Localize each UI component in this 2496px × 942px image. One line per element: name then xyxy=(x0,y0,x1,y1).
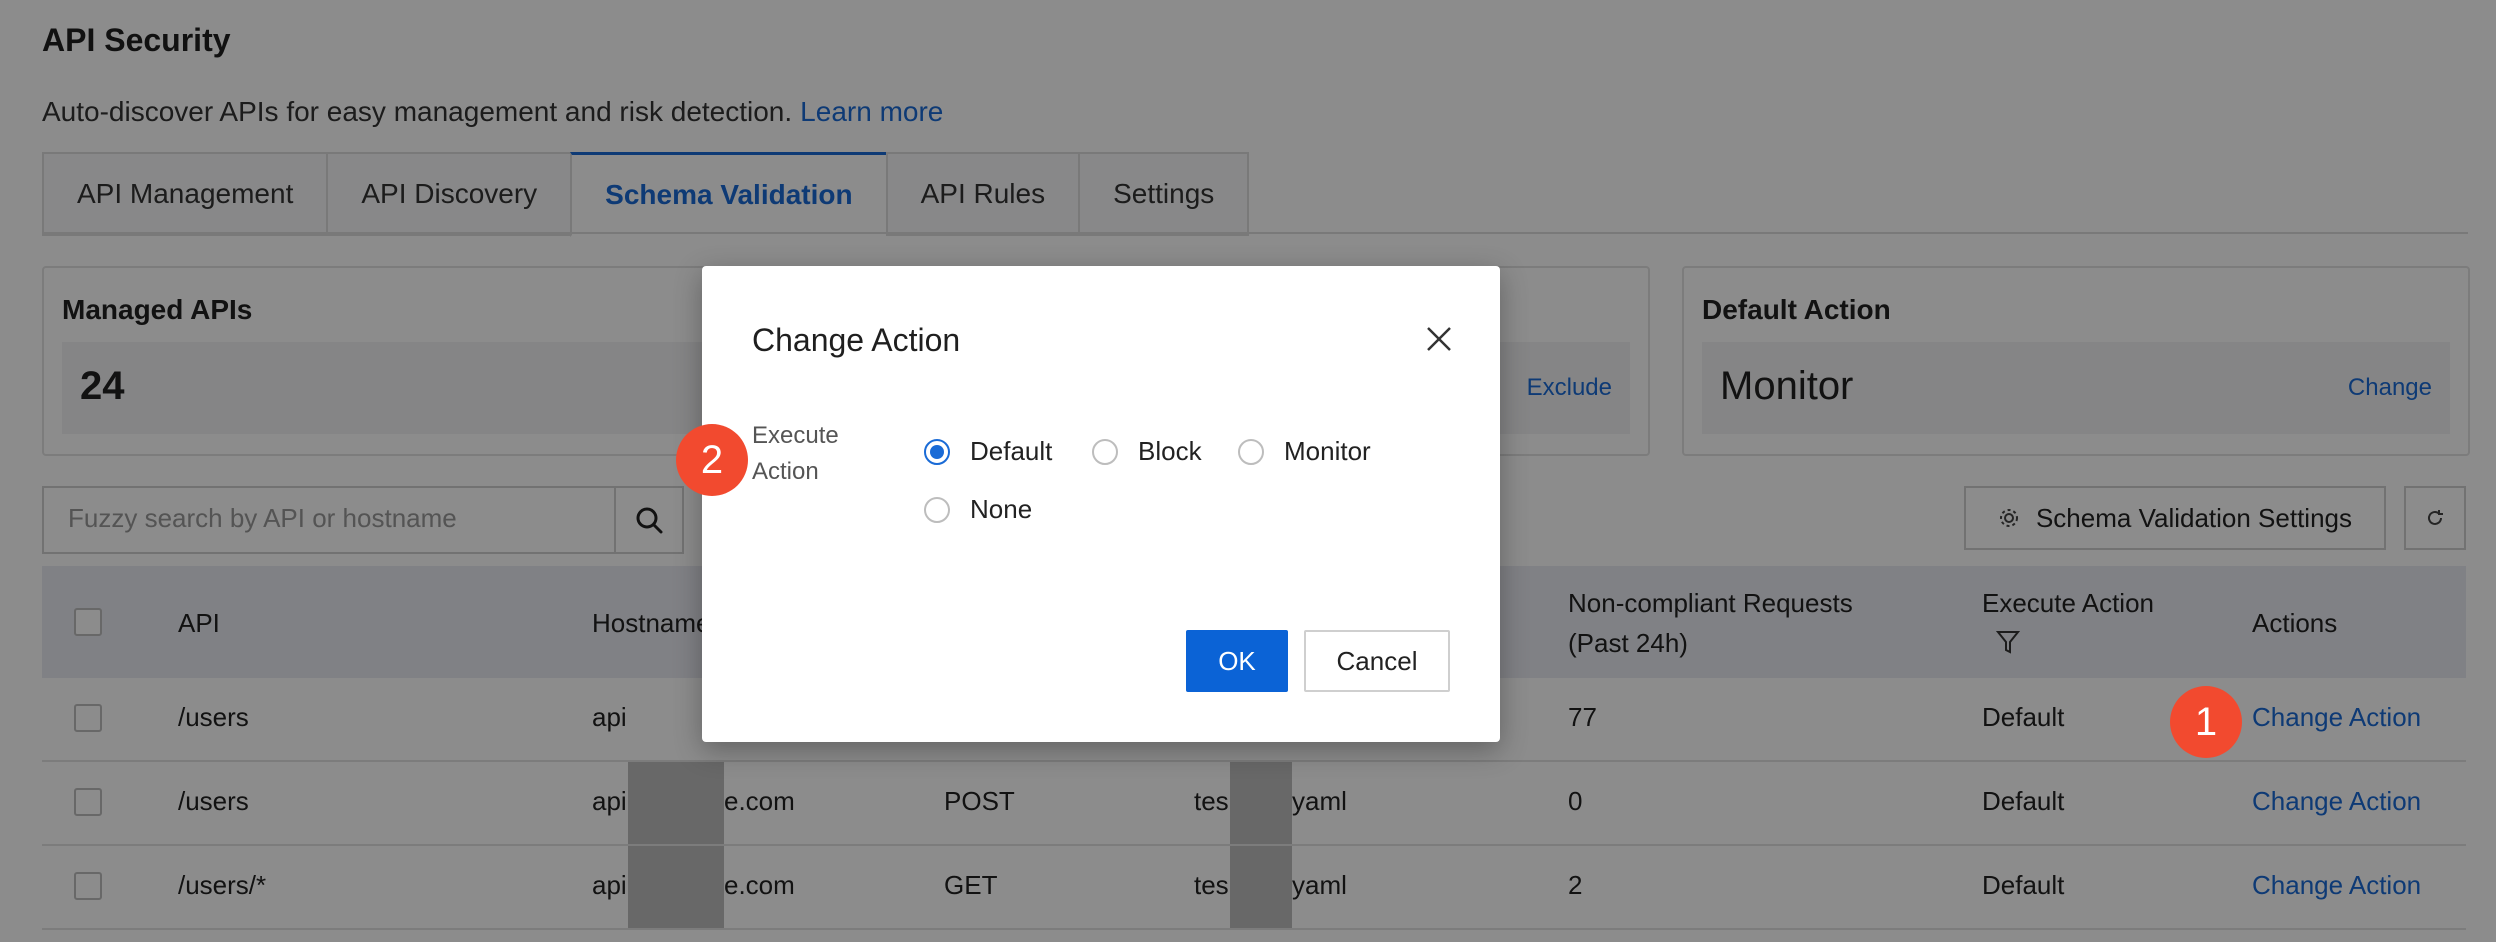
radio-circle xyxy=(924,496,950,523)
execute-action-label-line2: Action xyxy=(752,458,819,485)
radio-default[interactable]: Default xyxy=(924,436,1052,467)
radio-circle xyxy=(924,438,950,465)
radio-circle xyxy=(1092,438,1118,465)
dialog-title: Change Action xyxy=(752,322,961,358)
radio-none[interactable]: None xyxy=(924,494,1032,525)
radio-monitor-label: Monitor xyxy=(1284,436,1371,466)
ok-button[interactable]: OK xyxy=(1186,630,1288,692)
execute-action-label-line1: Execute xyxy=(752,422,839,449)
step-marker-2: 2 xyxy=(676,424,748,496)
change-action-dialog: Change Action Execute Action Default Blo… xyxy=(702,266,1500,742)
radio-block[interactable]: Block xyxy=(1092,436,1202,467)
close-icon[interactable] xyxy=(1424,324,1454,354)
radio-block-label: Block xyxy=(1138,436,1202,466)
step-marker-1: 1 xyxy=(2170,686,2242,758)
radio-none-label: None xyxy=(970,494,1033,524)
radio-default-label: Default xyxy=(970,436,1053,466)
radio-monitor[interactable]: Monitor xyxy=(1238,436,1371,467)
execute-action-label: Execute Action xyxy=(752,418,839,490)
cancel-button[interactable]: Cancel xyxy=(1304,630,1450,692)
radio-circle xyxy=(1238,438,1264,465)
